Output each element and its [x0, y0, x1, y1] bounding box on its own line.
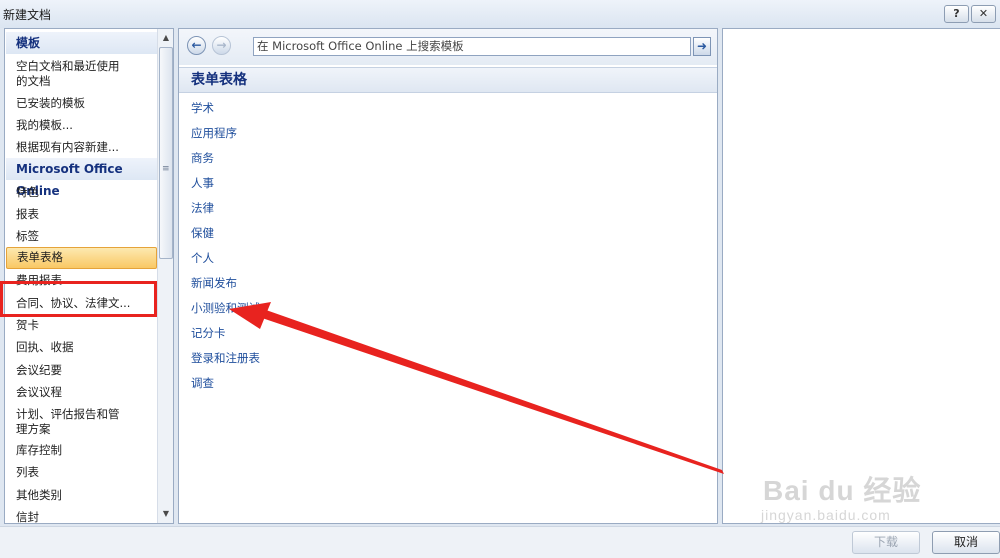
watermark-url: jingyan.baidu.com [761, 507, 891, 523]
subcategory-link[interactable]: 小测验和测试 [191, 300, 260, 316]
category-item[interactable]: 根据现有内容新建... [6, 139, 157, 155]
section-header: Microsoft Office Online [6, 158, 157, 198]
forward-arrow-icon[interactable]: → [212, 36, 231, 55]
subcategory-link[interactable]: 学术 [191, 100, 214, 116]
scroll-grip-icon: ≡ [162, 164, 170, 174]
help-button[interactable]: ? [944, 5, 969, 23]
dialog-content: 模板空白文档和最近使用 的文档已安装的模板 我的模板... 根据现有内容新建... Mi… [0, 28, 1000, 526]
subcategory-link[interactable]: 人事 [191, 175, 214, 191]
search-go-icon[interactable]: ➜ [693, 37, 711, 56]
category-item[interactable]: 会议议程 [6, 384, 157, 400]
subcategory-link[interactable]: 法律 [191, 200, 214, 216]
template-search-input[interactable]: 在 Microsoft Office Online 上搜索模板 [253, 37, 691, 56]
subcategory-link[interactable]: 新闻发布 [191, 275, 237, 291]
close-button[interactable]: ✕ [971, 5, 996, 23]
template-browser-panel: ← → 在 Microsoft Office Online 上搜索模板 ➜ 表单… [178, 28, 718, 524]
subcategory-link[interactable]: 保健 [191, 225, 214, 241]
subcategory-link[interactable]: 商务 [191, 150, 214, 166]
highlight-box [0, 281, 157, 317]
category-scrollbar[interactable]: ▲ ≡ ▼ [157, 29, 173, 523]
section-header: 模板 [6, 32, 157, 54]
category-item[interactable]: 表单表格 [6, 247, 157, 269]
window-title: 新建文档 [3, 8, 52, 22]
download-button[interactable]: 下载 [852, 531, 920, 554]
scroll-up-icon[interactable]: ▲ [159, 30, 173, 46]
category-item[interactable]: 列表 [6, 464, 157, 480]
category-item[interactable]: 会议纪要 [6, 362, 157, 378]
scroll-thumb[interactable]: ≡ [159, 47, 173, 259]
category-item[interactable]: 特色 [6, 184, 157, 200]
template-category-panel: 模板空白文档和最近使用 的文档已安装的模板 我的模板... 根据现有内容新建... Mi… [4, 28, 174, 524]
category-title: 表单表格 [179, 67, 717, 93]
category-item[interactable]: 空白文档和最近使用 [6, 58, 157, 74]
title-bar: 新建文档 ? ✕ [0, 0, 1000, 28]
category-item[interactable]: 已安装的模板 [6, 95, 157, 111]
category-item[interactable]: 其他类别 [6, 487, 157, 503]
category-item[interactable]: 的文档 [6, 73, 157, 89]
subcategory-link[interactable]: 登录和注册表 [191, 350, 260, 366]
subcategory-link[interactable]: 记分卡 [191, 325, 226, 341]
preview-panel: Bai du 经验 jingyan.baidu.com [722, 28, 1000, 524]
category-item[interactable]: 贺卡 [6, 317, 157, 333]
button-bar: 下载 取消 [0, 526, 1000, 558]
category-item[interactable]: 回执、收据 [6, 339, 157, 355]
watermark-logo: Bai du 经验 [763, 475, 922, 506]
category-item[interactable]: 计划、评估报告和管 [6, 406, 157, 422]
category-item[interactable]: 我的模板... [6, 117, 157, 133]
category-item[interactable]: 理方案 [6, 421, 157, 437]
back-arrow-icon[interactable]: ← [187, 36, 206, 55]
category-item[interactable]: 报表 [6, 206, 157, 222]
scroll-down-icon[interactable]: ▼ [159, 506, 173, 522]
subcategory-link[interactable]: 个人 [191, 250, 214, 266]
subcategory-link[interactable]: 调查 [191, 375, 214, 391]
subcategory-link[interactable]: 应用程序 [191, 125, 237, 141]
category-item[interactable]: 标签 [6, 228, 157, 244]
category-item[interactable]: 库存控制 [6, 442, 157, 458]
navigation-bar: ← → 在 Microsoft Office Online 上搜索模板 ➜ [179, 29, 717, 65]
cancel-button[interactable]: 取消 [932, 531, 1000, 554]
category-item[interactable]: 信封 [6, 509, 157, 523]
